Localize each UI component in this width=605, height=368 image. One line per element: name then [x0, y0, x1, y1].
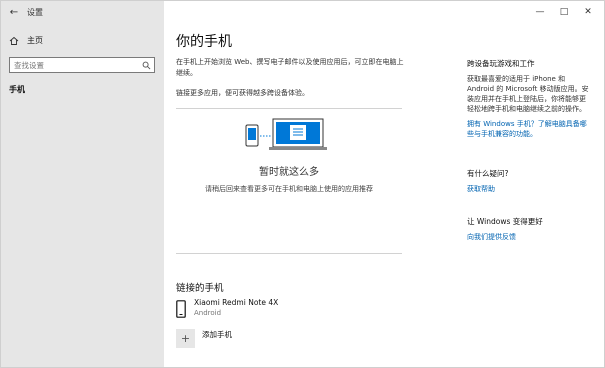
cross-device-heading: 跨设备玩游戏和工作 — [467, 59, 535, 68]
add-phone-label: 添加手机 — [202, 330, 232, 339]
device-name: Xiaomi Redmi Note 4X — [194, 298, 279, 307]
cross-device-text: 获取最喜爱的适用于 iPhone 和 Android 的 Microsoft 移… — [467, 75, 589, 113]
sidebar-item-home-label: 主页 — [27, 36, 43, 45]
sidebar: ← 设置 主页 手机 — [1, 1, 164, 367]
search-box[interactable] — [9, 57, 155, 73]
empty-state-description: 请稍后回来查看更多可在手机和电脑上使用的应用推荐 — [205, 185, 373, 193]
maximize-button[interactable]: □ — [552, 1, 576, 23]
search-input[interactable] — [14, 60, 134, 70]
link-more-text: 链接更多应用，便可获得越多跨设备体验。 — [176, 89, 309, 97]
improve-heading: 让 Windows 变得更好 — [467, 217, 543, 226]
app-title: 设置 — [27, 7, 43, 17]
minimize-button[interactable]: — — [528, 1, 552, 23]
cross-device-section: 跨设备玩游戏和工作 获取最喜爱的适用于 iPhone 和 Android 的 M… — [467, 58, 592, 139]
add-icon: + — [176, 329, 195, 348]
divider — [176, 108, 402, 109]
feedback-link[interactable]: 向我们提供反馈 — [467, 232, 592, 242]
back-button[interactable]: ← — [1, 1, 27, 23]
questions-heading: 有什么疑问? — [467, 169, 509, 178]
page-title: 你的手机 — [176, 34, 232, 50]
sidebar-item-phone[interactable]: 手机 — [9, 84, 25, 95]
linked-phones-heading: 链接的手机 — [176, 283, 224, 294]
phone-pc-illustration-icon — [245, 118, 327, 150]
add-phone-button[interactable]: + 添加手机 — [176, 329, 232, 348]
questions-section: 有什么疑问? 获取帮助 — [467, 168, 592, 194]
linked-device[interactable]: Xiaomi Redmi Note 4X Android — [176, 298, 278, 318]
close-button[interactable]: ✕ — [576, 1, 600, 23]
windows-phone-link[interactable]: 拥有 Windows 手机？了解电脑具备哪些与手机兼容的功能。 — [467, 119, 592, 139]
window-controls: — □ ✕ — [528, 1, 600, 23]
empty-state-title: 暂时就这么多 — [259, 167, 319, 178]
title-bar: ← 设置 — [1, 1, 164, 23]
get-help-link[interactable]: 获取帮助 — [467, 184, 592, 194]
sidebar-item-home[interactable]: 主页 — [9, 35, 43, 46]
settings-window: ← 设置 主页 手机 — □ ✕ 你的手机 在手机上开始浏览 Web、撰写电子邮… — [0, 0, 605, 368]
intro-text: 在手机上开始浏览 Web、撰写电子邮件以及使用应用后，可立即在电脑上继续。 — [176, 58, 404, 77]
divider — [176, 253, 402, 254]
device-os: Android — [194, 309, 222, 317]
home-icon — [9, 36, 19, 45]
improve-section: 让 Windows 变得更好 向我们提供反馈 — [467, 216, 592, 242]
search-icon[interactable] — [142, 61, 151, 70]
phone-icon — [176, 300, 186, 318]
